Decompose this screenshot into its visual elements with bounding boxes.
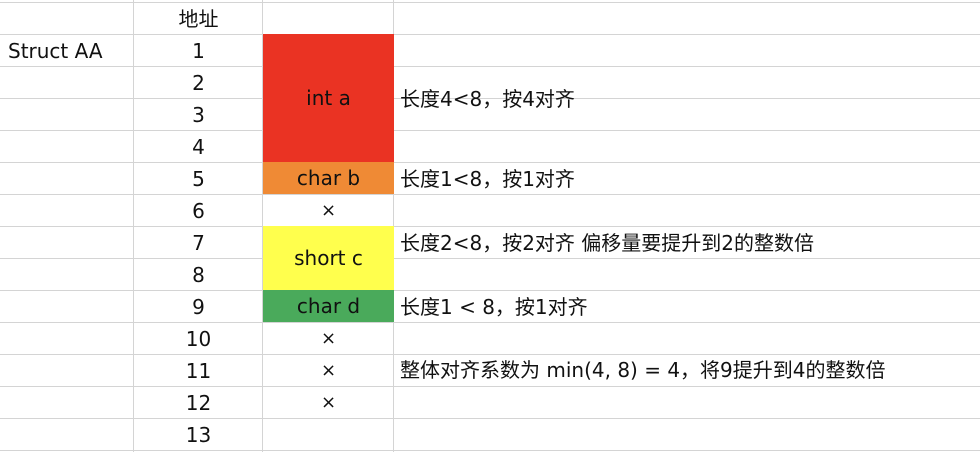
- field-short-c: short c: [263, 226, 394, 290]
- field-label: char d: [296, 294, 361, 318]
- field-label: char b: [296, 166, 361, 190]
- address-cell: 1: [192, 39, 205, 63]
- padding-mark: ×: [320, 200, 337, 221]
- field-char-d: char d: [263, 290, 394, 322]
- address-cell: 5: [192, 167, 205, 191]
- address-cell: 13: [185, 423, 212, 447]
- address-cell: 3: [192, 103, 205, 127]
- padding-mark: ×: [320, 328, 337, 349]
- address-cell: 11: [185, 359, 212, 383]
- note-int-a: 长度4<8，按4对齐: [400, 87, 575, 111]
- field-label: int a: [306, 86, 351, 110]
- address-cell: 12: [185, 391, 212, 415]
- padding-mark: ×: [320, 392, 337, 413]
- field-int-a: int a: [263, 34, 394, 162]
- note-char-d: 长度1 < 8，按1对齐: [400, 295, 588, 319]
- field-label: short c: [294, 246, 363, 270]
- note-short-c: 长度2<8，按2对齐 偏移量要提升到2的整数倍: [400, 231, 815, 255]
- note-overall-alignment: 整体对齐系数为 min(4, 8) = 4，将9提升到4的整数倍: [400, 358, 886, 382]
- address-cell: 8: [192, 263, 205, 287]
- address-header: 地址: [178, 7, 219, 31]
- address-cell: 9: [192, 295, 205, 319]
- address-cell: 2: [192, 71, 205, 95]
- field-char-b: char b: [263, 162, 394, 194]
- address-cell: 10: [185, 327, 212, 351]
- address-cell: 6: [192, 199, 205, 223]
- struct-label: Struct AA: [8, 39, 103, 63]
- padding-mark: ×: [320, 360, 337, 381]
- address-cell: 7: [192, 231, 205, 255]
- address-cell: 4: [192, 135, 205, 159]
- note-char-b: 长度1<8，按1对齐: [400, 167, 575, 191]
